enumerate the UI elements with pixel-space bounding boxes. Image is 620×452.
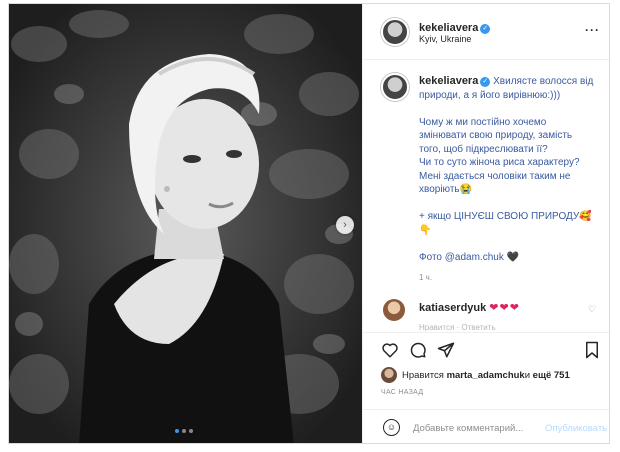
instagram-post: › kekeliavera ✓ Kyiv, Ukraine ··· kekelia… bbox=[8, 3, 610, 444]
comment-row: katiaserdyuk ❤❤❤ bbox=[419, 301, 520, 314]
caption-line: 👇 bbox=[419, 224, 432, 236]
likes-count[interactable]: ещё 751 bbox=[533, 370, 570, 381]
post-header: kekeliavera ✓ Kyiv, Ukraine ··· bbox=[363, 4, 609, 60]
likes-prefix: Нравится bbox=[402, 369, 444, 381]
post-location[interactable]: Kyiv, Ukraine bbox=[419, 34, 471, 44]
more-options-icon[interactable]: ··· bbox=[585, 23, 600, 37]
caption-line: хворіють😭 bbox=[419, 184, 473, 195]
caption-timestamp[interactable]: 1 ч. bbox=[419, 273, 432, 282]
comments-area: kekeliavera ✓ Хвилясте волосся від природ… bbox=[363, 61, 609, 331]
bookmark-icon[interactable] bbox=[584, 341, 600, 359]
carousel-next-button[interactable]: › bbox=[336, 216, 354, 234]
carousel-dots bbox=[175, 429, 193, 433]
verified-icon: ✓ bbox=[480, 24, 491, 34]
photo-credit[interactable]: Фото @adam.chuk 🖤 bbox=[419, 251, 599, 265]
comment-text: ❤❤❤ bbox=[489, 302, 520, 314]
likes-middle: и bbox=[524, 369, 531, 381]
post-timestamp[interactable]: ЧАС НАЗАД bbox=[381, 389, 423, 396]
caption-line: Чи то суто жіноча риса характеру? bbox=[419, 157, 580, 168]
add-comment-bar: ☺ Опубликовать bbox=[363, 409, 609, 443]
publish-button[interactable]: Опубликовать bbox=[545, 423, 607, 434]
carousel-dot bbox=[189, 429, 193, 433]
caption-line: того, щоб підкреслювати її? bbox=[419, 143, 548, 155]
caption-line: природи, а я його вирівнюю:))) bbox=[419, 89, 561, 101]
portrait-image bbox=[9, 4, 362, 443]
verified-icon: ✓ bbox=[480, 77, 491, 87]
post-caption: kekeliavera ✓ Хвилясте волосся від природ… bbox=[419, 75, 599, 264]
author-username[interactable]: kekeliavera bbox=[419, 22, 478, 34]
caption-line: Чому ж ми постійно хочемо bbox=[419, 116, 547, 128]
chevron-right-icon: › bbox=[343, 219, 347, 231]
comment-like-icon[interactable]: ♡ bbox=[588, 304, 596, 315]
author-avatar[interactable] bbox=[381, 18, 409, 46]
emoji-icon[interactable]: ☺ bbox=[383, 419, 400, 436]
likes-summary[interactable]: Нравится marta_adamchuk и ещё 751 bbox=[381, 367, 570, 383]
liker-username[interactable]: marta_adamchuk bbox=[447, 370, 525, 381]
comment-icon[interactable] bbox=[409, 341, 427, 359]
post-actions: Нравится marta_adamchuk и ещё 751 ЧАС НА… bbox=[363, 332, 609, 418]
caption-author-avatar[interactable] bbox=[381, 73, 409, 101]
caption-line: змінювати свою природу, замість bbox=[419, 130, 573, 141]
commenter-avatar[interactable] bbox=[383, 299, 405, 321]
post-sidebar: kekeliavera ✓ Kyiv, Ukraine ··· kekeliave… bbox=[362, 4, 609, 443]
share-icon[interactable] bbox=[437, 341, 455, 359]
comment-input[interactable] bbox=[413, 419, 543, 437]
caption-line: Хвилясте волосся від bbox=[493, 76, 594, 87]
post-photo[interactable]: › bbox=[9, 4, 362, 443]
caption-line: + якщо ЦІНУЄШ СВОЮ ПРИРОДУ🥰 bbox=[419, 211, 592, 222]
caption-line: Мені здається чоловіки таким не bbox=[419, 170, 571, 182]
carousel-dot bbox=[182, 429, 186, 433]
heart-icon[interactable] bbox=[381, 341, 399, 359]
carousel-dot bbox=[175, 429, 179, 433]
comment-actions: Нравится · Ответить bbox=[419, 323, 496, 331]
commenter-username[interactable]: katiaserdyuk bbox=[419, 302, 486, 314]
liker-avatar bbox=[381, 367, 397, 383]
caption-username[interactable]: kekeliavera bbox=[419, 75, 478, 87]
